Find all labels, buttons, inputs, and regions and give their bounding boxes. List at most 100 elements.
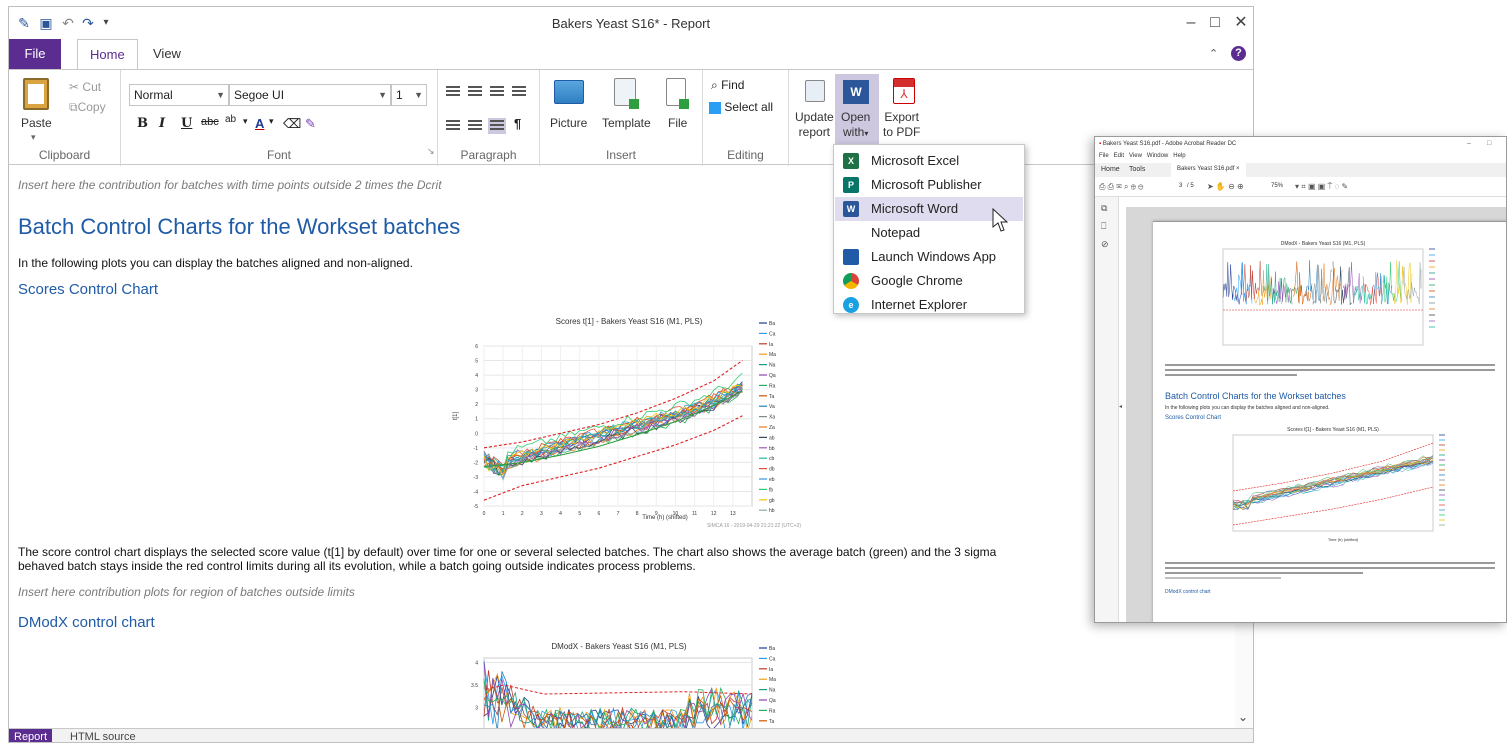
bulleted-list-icon[interactable] (512, 86, 526, 98)
pdf-sidebar: ⧉ ⎕ ⊘ ◂ (1095, 197, 1122, 622)
menu-item-microsoft-publisher[interactable]: P Microsoft Publisher (835, 173, 1023, 197)
menu-item-google-chrome[interactable]: Google Chrome (835, 269, 1023, 293)
pdf-zoom[interactable]: 75% (1271, 183, 1283, 189)
help-icon[interactable]: ? (1231, 46, 1246, 61)
menu-item-microsoft-excel[interactable]: X Microsoft Excel (835, 149, 1023, 173)
pdf-maximize-button[interactable]: □ (1487, 140, 1491, 147)
superscript-button[interactable]: ab (225, 114, 236, 125)
ribbon: Paste ▾ ✂ Cut ⧉Copy Clipboard Normal ▼ Se… (9, 69, 1253, 166)
chart-title: Scores t[1] - Bakers Yeast S16 (M1, PLS) (556, 317, 703, 326)
cut-button[interactable]: ✂ Cut (69, 80, 101, 94)
open-with-button[interactable]: W Open with▾ (835, 74, 879, 150)
insert-picture-button[interactable]: Picture (550, 116, 587, 130)
cut-label: Cut (82, 80, 102, 94)
legend-label: db (769, 467, 775, 473)
insert-template-button[interactable]: Template (602, 116, 651, 130)
open-with-label: Open with▾ (841, 110, 870, 141)
update-report-button[interactable]: Update report (795, 110, 834, 140)
chevron-down-icon: ▼ (414, 90, 423, 100)
y-tick-label: 3.5 (471, 683, 478, 689)
tab-home[interactable]: Home (77, 39, 138, 70)
copy-button[interactable]: ⧉Copy (69, 100, 106, 115)
pages-icon[interactable]: ⧉ (1101, 203, 1107, 214)
chevron-down-icon[interactable]: ▾ (269, 116, 274, 127)
tab-view[interactable]: View (141, 39, 193, 69)
y-tick-label: -1 (474, 446, 479, 452)
close-button[interactable]: ✕ (1227, 11, 1253, 35)
style-select[interactable]: Normal ▼ (129, 84, 229, 106)
legend-label: Ia (769, 342, 773, 348)
pdf-tool-icons[interactable]: ▾ ⌗ ▣ ▣ ⍑ ◌ ✎ (1295, 182, 1348, 192)
pdf-menu-file[interactable]: File (1099, 153, 1109, 159)
panel-toggle-icon[interactable]: ◂ (1119, 403, 1122, 410)
y-tick-label: 1 (475, 417, 478, 423)
pdf-page[interactable]: DModX - Bakers Yeast S16 (M1, PLS) Batch… (1153, 221, 1506, 622)
y-tick-label: 3 (475, 706, 478, 712)
report-document[interactable]: Insert here the contribution for batches… (9, 166, 1253, 728)
scores-control-chart[interactable]: Scores t[1] - Bakers Yeast S16 (M1, PLS)… (449, 311, 839, 531)
numbered-list-icon[interactable] (490, 86, 504, 98)
pdf-nav-icons[interactable]: ➤ ✋ ⊖ ⊕ (1207, 182, 1244, 191)
pdf-menu-edit[interactable]: Edit (1114, 153, 1124, 159)
find-button[interactable]: ⌕ Find (711, 78, 744, 93)
maximize-button[interactable]: □ (1201, 11, 1229, 35)
legend-label: Ta (769, 394, 775, 400)
bold-button[interactable]: B (137, 116, 148, 131)
open-label-2: with (843, 125, 865, 139)
pdf-minimize-button[interactable]: – (1467, 140, 1471, 147)
pdf-menu-help[interactable]: Help (1173, 153, 1185, 159)
pdf-menu-view[interactable]: View (1129, 153, 1142, 159)
clear-format-icon[interactable]: ⌫ (283, 116, 301, 132)
cut-icon: ✂ (69, 80, 80, 94)
menu-item-internet-explorer[interactable]: e Internet Explorer (835, 293, 1023, 317)
font-family-select[interactable]: Segoe UI ▼ (229, 84, 391, 106)
x-tick-label: 1 (502, 511, 505, 517)
pdf-menu-window[interactable]: Window (1147, 153, 1168, 159)
select-all-label: Select all (724, 100, 774, 114)
font-size-select[interactable]: 1 ▼ (391, 84, 427, 106)
pdf-tab-home[interactable]: Home (1101, 166, 1120, 173)
pdf-toolbar: ⎙ ⎙ ✉ ⌕ ⊕ ⊖ 3 / 5 ➤ ✋ ⊖ ⊕ 75% ▾ ⌗ ▣ ▣ ⍑ … (1095, 177, 1506, 197)
legend-label: Ma (769, 677, 776, 683)
chevron-down-icon[interactable]: ▾ (243, 116, 248, 127)
select-all-button[interactable]: Select all (709, 100, 773, 114)
decrease-indent-icon[interactable] (446, 86, 460, 98)
tab-file[interactable]: File (9, 39, 61, 69)
menu-item-label: Launch Windows App (871, 249, 997, 264)
insert-file-button[interactable]: File (668, 116, 687, 130)
ie-icon: e (843, 297, 859, 313)
strikethrough-button[interactable]: abc (201, 116, 219, 128)
pdf-toolbar-icons[interactable]: ⎙ ⎙ ✉ ⌕ ⊕ ⊖ (1099, 182, 1143, 192)
chevron-down-icon[interactable]: ⌄ (1238, 710, 1248, 724)
tab-html-source[interactable]: HTML source (65, 729, 141, 742)
page-heading: Batch Control Charts for the Workset bat… (18, 214, 461, 239)
y-tick-label: 5 (475, 359, 478, 365)
x-tick-label: 2 (521, 511, 524, 517)
tab-report[interactable]: Report (9, 729, 53, 742)
show-formatting-button[interactable]: ¶ (514, 116, 521, 131)
paste-dropdown-icon[interactable]: ▾ (31, 132, 36, 143)
pdf-doc-tab[interactable]: Bakers Yeast S16.pdf × (1171, 163, 1246, 177)
font-color-button[interactable]: A (255, 116, 264, 131)
pdf-tabbar: Home Tools Bakers Yeast S16.pdf × (1095, 163, 1506, 177)
underline-button[interactable]: U (181, 116, 192, 131)
bookmark-icon[interactable]: ⎕ (1101, 221, 1106, 232)
align-center-icon[interactable] (468, 120, 482, 132)
scores-chart-heading: Scores Control Chart (18, 281, 159, 298)
align-left-icon[interactable] (446, 120, 460, 132)
x-tick-label: 5 (578, 511, 581, 517)
export-pdf-button[interactable]: Export to PDF (883, 110, 920, 140)
increase-indent-icon[interactable] (468, 86, 482, 98)
x-tick-label: 12 (711, 511, 717, 517)
align-right-icon[interactable] (488, 118, 506, 134)
collapse-ribbon-icon[interactable]: ⌃ (1209, 47, 1218, 60)
attachment-icon[interactable]: ⊘ (1101, 239, 1109, 250)
editing-group: ⌕ Find Select all Editing (703, 70, 789, 166)
italic-button[interactable]: I (159, 116, 165, 131)
pdf-page-number[interactable]: 3 (1179, 183, 1182, 189)
highlight-icon[interactable]: ✎ (305, 116, 316, 132)
dmodx-control-chart[interactable]: DModX - Bakers Yeast S16 (M1, PLS) 2.533… (449, 636, 839, 728)
pdf-tab-tools[interactable]: Tools (1129, 166, 1145, 173)
paste-button[interactable]: Paste (21, 116, 52, 130)
menu-item-launch-windows-app[interactable]: Launch Windows App (835, 245, 1023, 269)
